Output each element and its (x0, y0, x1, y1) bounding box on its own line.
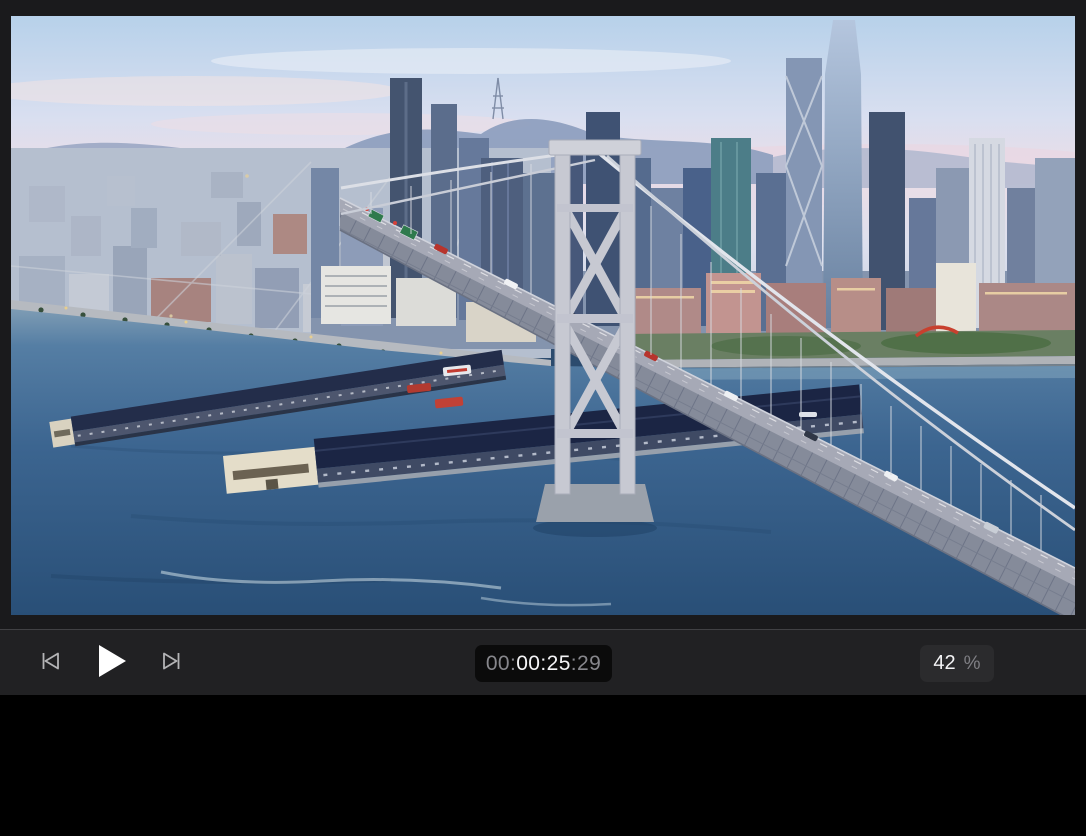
timecode-frames: :29 (571, 652, 601, 676)
next-frame-button[interactable] (153, 630, 189, 695)
transport-bar: 00:00:25:29 42 % (0, 630, 1086, 695)
timecode-hours: 00: (486, 652, 516, 676)
viewer-pane (0, 0, 1086, 629)
zoom-level-field[interactable]: 42 % (920, 645, 994, 682)
timecode-minutes-seconds: 00:25 (516, 652, 571, 676)
viewer-window: 00:00:25:29 42 % (0, 0, 1086, 836)
previous-frame-button[interactable] (33, 630, 69, 695)
video-frame (11, 16, 1075, 615)
play-icon (98, 645, 126, 680)
rincon-park (621, 327, 1075, 373)
footer-background (0, 695, 1086, 836)
bay-bridge-scene (11, 16, 1075, 615)
timecode-display[interactable]: 00:00:25:29 (475, 645, 612, 682)
play-button[interactable] (92, 630, 132, 695)
skip-to-next-frame-icon (160, 651, 182, 674)
skip-to-previous-frame-icon (40, 651, 62, 674)
zoom-value: 42 (933, 652, 955, 675)
zoom-percent-sign: % (964, 653, 981, 675)
